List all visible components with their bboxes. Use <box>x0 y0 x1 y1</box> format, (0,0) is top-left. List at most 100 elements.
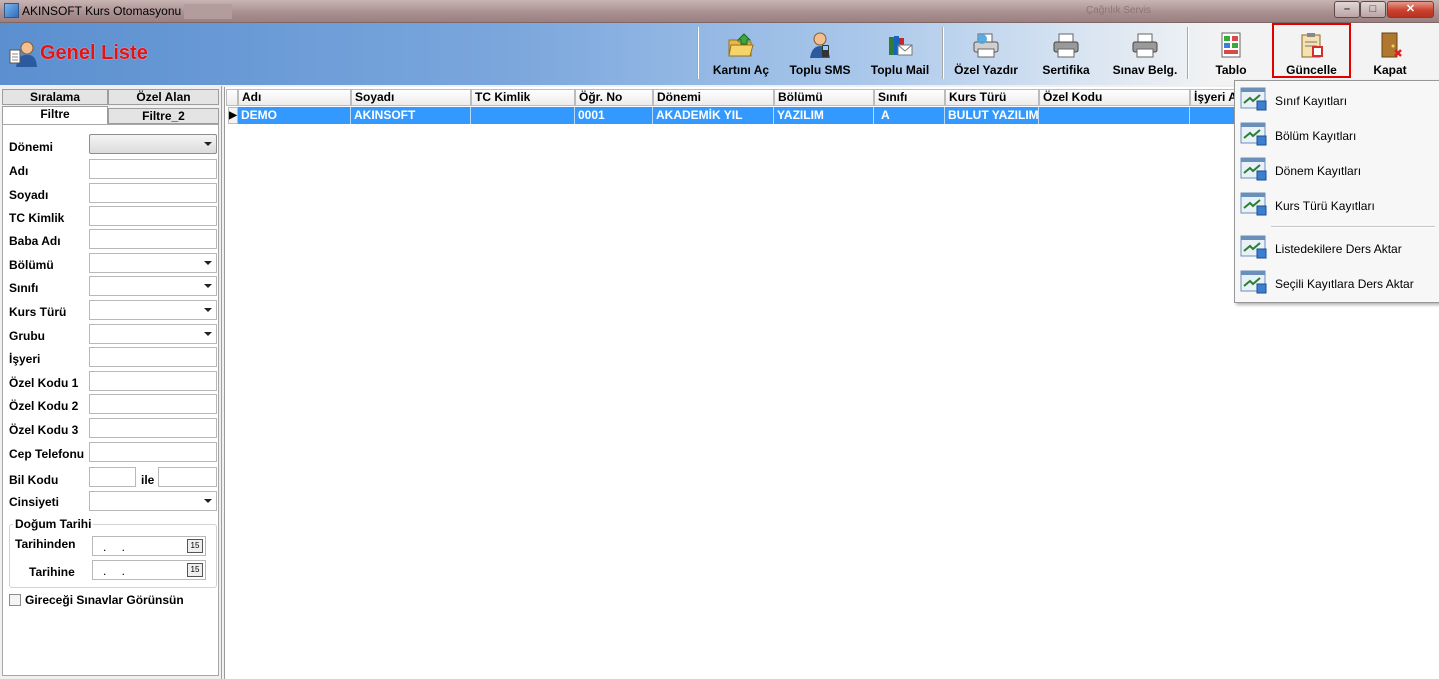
toolbar-separator <box>1187 27 1189 79</box>
sertifika-button[interactable]: Sertifika <box>1035 25 1097 79</box>
column-header[interactable]: Adı <box>238 89 351 106</box>
date-placeholder: . . <box>103 564 132 578</box>
column-header[interactable]: Dönemi <box>653 89 774 106</box>
toplu-mail-button[interactable]: Toplu Mail <box>866 25 934 79</box>
ozel-yazdir-label: Özel Yazdır <box>954 63 1018 77</box>
sinav-belg-button[interactable]: Sınav Belg. <box>1108 25 1182 79</box>
dogum-tarihi-title: Doğum Tarihi <box>13 517 94 531</box>
chevron-down-icon <box>204 284 212 288</box>
close-window-button[interactable]: ✕ <box>1387 1 1434 18</box>
window-update-icon <box>1240 122 1267 146</box>
table-cell[interactable] <box>1039 107 1190 124</box>
toolbar-separator <box>942 27 944 79</box>
donemi-select[interactable] <box>89 134 217 154</box>
filter-form: Dönemi Adı Soyadı TC Kimlik Baba Adı Böl… <box>2 124 219 676</box>
bil-kodu-to-input[interactable] <box>158 467 217 487</box>
column-header[interactable]: Öğr. No <box>575 89 653 106</box>
window-update-icon <box>1240 87 1267 111</box>
table-cell[interactable]: AKADEMİK YIL <box>653 107 774 124</box>
column-header[interactable]: Kurs Türü <box>945 89 1039 106</box>
tarihinden-date-input[interactable]: . . 15 <box>92 536 206 556</box>
donemi-label: Dönemi <box>9 140 54 154</box>
date-placeholder: . . <box>103 540 132 554</box>
tablo-button[interactable]: Tablo <box>1200 25 1262 79</box>
grubu-select[interactable] <box>89 324 217 344</box>
chevron-down-icon <box>204 261 212 265</box>
column-header[interactable]: Sınıfı <box>874 89 945 106</box>
column-header[interactable]: İşyeri A <box>1190 89 1236 106</box>
menu-item-bolum-kayitlari[interactable]: Bölüm Kayıtları <box>1235 118 1439 152</box>
tarihine-date-input[interactable]: . . 15 <box>92 560 206 580</box>
menu-item-label: Bölüm Kayıtları <box>1275 129 1357 143</box>
table-cell[interactable] <box>471 107 575 124</box>
menu-item-label: Kurs Türü Kayıtları <box>1275 199 1375 213</box>
window-update-icon <box>1240 192 1267 216</box>
tab-siralama[interactable]: Sıralama <box>2 89 108 105</box>
page-title: Genel Liste <box>40 42 148 64</box>
maximize-button[interactable]: □ <box>1360 1 1386 18</box>
mail-books-icon <box>889 36 913 56</box>
ozel-kodu-1-input[interactable] <box>89 371 217 391</box>
redacted-title-area <box>184 4 232 19</box>
list-person-icon <box>9 41 37 67</box>
soyadi-input[interactable] <box>89 183 217 203</box>
tab-filtre-2[interactable]: Filtre_2 <box>108 108 219 124</box>
kurs-turu-select[interactable] <box>89 300 217 320</box>
folder-open-icon <box>728 33 754 57</box>
table-cell[interactable]: 0001 <box>575 107 653 124</box>
tc-kimlik-label: TC Kimlik <box>9 211 65 225</box>
ozel-yazdir-button[interactable]: Özel Yazdır <box>949 25 1023 79</box>
table-cell[interactable]: DEMO <box>238 107 351 124</box>
window-title-bar[interactable]: AKINSOFT Kurs Otomasyonu s Çağrılık Serv… <box>0 0 1439 23</box>
update-clipboard-icon <box>1301 33 1323 58</box>
kapat-button[interactable]: Kapat <box>1362 25 1418 79</box>
menu-item-listedekilere-ders-aktar[interactable]: Listedekilere Ders Aktar <box>1235 231 1439 265</box>
minimize-button[interactable]: – <box>1334 1 1360 18</box>
kartini-ac-button[interactable]: Kartını Aç <box>708 25 774 79</box>
tarihine-label: Tarihine <box>29 565 75 579</box>
kurs-turu-label: Kurs Türü <box>9 305 67 319</box>
ozel-kodu-2-input[interactable] <box>89 394 217 414</box>
app-icon <box>4 3 19 18</box>
column-header[interactable]: Bölümü <box>774 89 874 106</box>
adi-input[interactable] <box>89 159 217 179</box>
calendar-icon[interactable]: 15 <box>187 563 203 577</box>
column-header[interactable]: Özel Kodu <box>1039 89 1190 106</box>
toplu-mail-label: Toplu Mail <box>870 63 930 77</box>
tab-filtre[interactable]: Filtre <box>2 106 108 124</box>
baba-adi-input[interactable] <box>89 229 217 249</box>
bil-kodu-from-input[interactable] <box>89 467 136 487</box>
table-cell[interactable]: YAZILIM <box>774 107 874 124</box>
window-ghost-text: Çağrılık Servis <box>1086 5 1152 16</box>
sinifi-select[interactable] <box>89 276 217 296</box>
column-header[interactable]: Soyadı <box>351 89 471 106</box>
table-cell[interactable]: BULUT YAZILIM <box>945 107 1039 124</box>
calendar-icon[interactable]: 15 <box>187 539 203 553</box>
phone-person-icon <box>810 32 830 58</box>
soyadi-label: Soyadı <box>9 188 49 202</box>
cinsiyeti-select[interactable] <box>89 491 217 511</box>
guncelle-button[interactable]: Güncelle <box>1272 23 1351 78</box>
menu-item-kurs-turu-kayitlari[interactable]: Kurs Türü Kayıtları <box>1235 188 1439 222</box>
gireceği-sinavlar-checkbox[interactable] <box>9 594 21 606</box>
column-header[interactable]: TC Kimlik <box>471 89 575 106</box>
menu-item-donem-kayitlari[interactable]: Dönem Kayıtları <box>1235 153 1439 187</box>
table-cell[interactable]: A <box>874 107 945 124</box>
toplu-sms-button[interactable]: Toplu SMS <box>786 25 854 79</box>
window-update-icon <box>1240 157 1267 181</box>
toolbar-separator <box>697 27 699 79</box>
menu-item-sinif-kayitlari[interactable]: Sınıf Kayıtları <box>1235 83 1439 117</box>
custom-print-icon <box>973 33 999 58</box>
tab-ozel-alan[interactable]: Özel Alan <box>108 89 219 105</box>
table-cell[interactable]: AKINSOFT <box>351 107 471 124</box>
isyeri-input[interactable] <box>89 347 217 367</box>
chevron-down-icon <box>204 332 212 336</box>
ozel-kodu-3-input[interactable] <box>89 418 217 438</box>
table-cell[interactable] <box>1190 107 1236 124</box>
cinsiyeti-label: Cinsiyeti <box>9 495 60 509</box>
tc-kimlik-input[interactable] <box>89 206 217 226</box>
grubu-label: Grubu <box>9 329 45 343</box>
bolumu-select[interactable] <box>89 253 217 273</box>
menu-item-secili-kayitlara-ders-aktar[interactable]: Seçili Kayıtlara Ders Aktar <box>1235 266 1439 300</box>
cep-telefonu-input[interactable] <box>89 442 217 462</box>
